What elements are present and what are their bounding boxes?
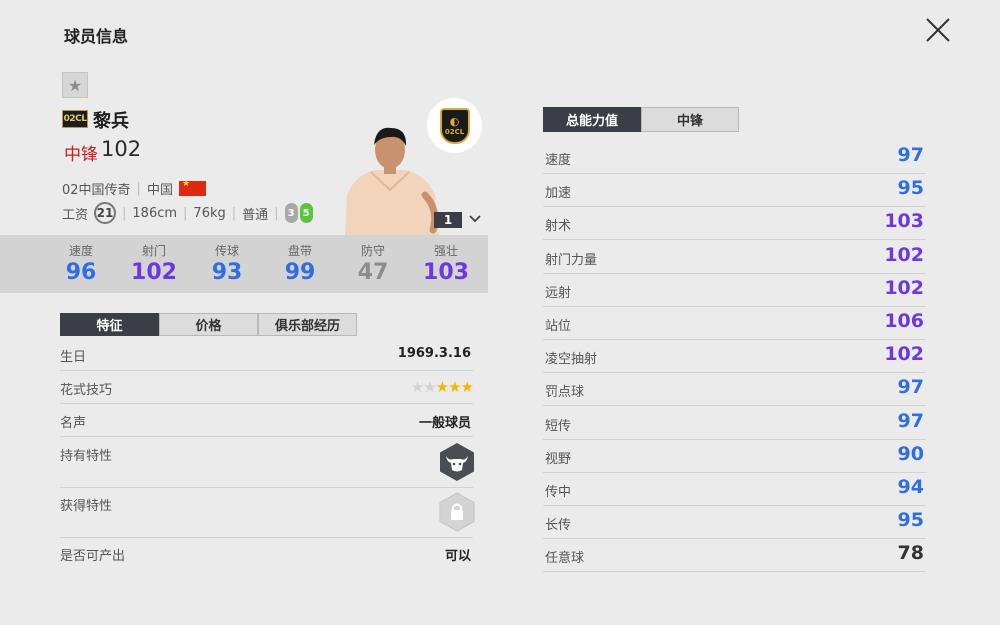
weight: 76kg [193, 205, 226, 221]
attribute-name: 传中 [545, 485, 572, 500]
stat-dribbling: 盘带 99 [284, 244, 316, 285]
attribute-row: 长传 95 [543, 506, 926, 540]
page-title: 球员信息 [64, 27, 129, 46]
china-flag-icon [178, 179, 206, 196]
attribute-row: 站位 106 [543, 307, 926, 340]
attribute-name: 视野 [545, 451, 572, 467]
chevron-down-icon[interactable] [467, 211, 483, 227]
attribute-row: 射门力量 102 [543, 241, 926, 274]
attribute-value: 97 [897, 409, 924, 432]
attribute-row: 传中 94 [543, 473, 926, 506]
star-icon: ★ [67, 75, 83, 95]
attribute-value: 95 [897, 509, 924, 532]
attribute-value: 97 [897, 144, 924, 166]
producible-value: 可以 [444, 549, 471, 564]
attribute-name: 站位 [545, 319, 572, 334]
info-row-skill-moves: 花式技巧 ★★★★★ [60, 378, 474, 404]
info-row-acquired-traits: 获得特性 [60, 495, 473, 538]
season-badge: 02CL [62, 110, 88, 128]
stat-shooting: 射门 102 [131, 244, 177, 285]
salary-label: 工资 [62, 207, 89, 223]
attribute-name: 速度 [545, 153, 572, 168]
tab-position-attributes[interactable]: 中锋 [641, 107, 739, 132]
attribute-name: 凌空抽射 [545, 352, 598, 368]
fame-value: 一般球员 [418, 416, 471, 431]
tab-club-history[interactable]: 俱乐部经历 [258, 313, 357, 336]
attribute-name: 远射 [545, 285, 572, 301]
attribute-name: 射术 [545, 219, 572, 235]
attribute-name: 罚点球 [545, 385, 585, 401]
attribute-row: 速度 97 [543, 141, 926, 174]
attribute-row: 射术 103 [543, 207, 926, 241]
player-photo [345, 127, 439, 235]
attribute-row: 加速 95 [543, 174, 926, 208]
stat-physical: 强壮 103 [423, 244, 469, 285]
attribute-value: 90 [897, 442, 924, 465]
attribute-value: 94 [897, 476, 924, 498]
star-empty-icon: ★ [423, 378, 436, 396]
body-type: 普通 [242, 207, 269, 223]
attribute-row: 短传 97 [543, 407, 926, 440]
attribute-value: 95 [897, 177, 924, 200]
star-filled-icon: ★ [448, 378, 461, 396]
player-position: 中锋 [64, 145, 98, 165]
skill-stars: ★★★★★ [410, 378, 474, 396]
info-tabs: 特征 价格 俱乐部经历 [60, 313, 357, 336]
attribute-value: 103 [884, 210, 924, 233]
attribute-row: 远射 102 [543, 274, 926, 307]
info-row-traits: 持有特性 [60, 445, 473, 488]
favorite-star-button[interactable]: ★ [62, 72, 88, 98]
salary-value: 21 [94, 202, 117, 224]
attribute-value: 102 [884, 343, 924, 366]
attribute-name: 长传 [545, 518, 572, 534]
lock-icon[interactable] [439, 492, 475, 532]
star-filled-icon: ★ [435, 378, 449, 396]
attribute-tabs: 总能力值 中锋 [543, 107, 739, 132]
attribute-value: 106 [884, 310, 924, 332]
nation-name: 中国 [146, 183, 173, 198]
attribute-value: 78 [897, 542, 924, 565]
tab-total-attributes[interactable]: 总能力值 [543, 107, 641, 132]
stat-passing: 传球 93 [211, 244, 243, 285]
level-selector[interactable]: 1 [434, 212, 462, 228]
attribute-row: 罚点球 97 [543, 373, 926, 407]
star-filled-icon: ★ [460, 378, 474, 396]
height: 186cm [132, 205, 178, 221]
season-name: 02中国传奇 [62, 183, 131, 198]
stat-defending: 防守 47 [357, 244, 389, 285]
player-origin: 02中国传奇 | 中国 [62, 179, 206, 198]
tab-traits[interactable]: 特征 [60, 313, 159, 336]
close-icon[interactable] [920, 14, 954, 48]
stat-pace: 速度 96 [65, 244, 97, 285]
player-physical: 工资 21 | 186cm | 76kg | 普通 | 3 5 [62, 202, 313, 224]
player-ovr: 102 [101, 137, 142, 161]
attribute-row: 视野 90 [543, 440, 926, 473]
weak-foot-badge: 3 [284, 203, 298, 223]
birthday-value: 1969.3.16 [397, 346, 471, 361]
strong-foot-badge: 5 [299, 203, 313, 223]
summary-stats-bar: 速度 96 射门 102 传球 93 盘带 99 防守 47 强壮 103 [0, 235, 488, 293]
info-row-fame: 名声 一般球员 [60, 412, 473, 437]
attribute-row: 凌空抽射 102 [543, 340, 926, 374]
attribute-name: 任意球 [545, 551, 585, 567]
attribute-name: 射门力量 [545, 252, 598, 268]
attribute-value: 102 [884, 243, 924, 266]
attribute-row: 任意球 78 [543, 539, 926, 573]
attribute-name: 加速 [545, 186, 572, 202]
player-name: 黎兵 [93, 111, 129, 132]
buffalo-icon[interactable] [439, 442, 475, 482]
tab-price[interactable]: 价格 [159, 313, 258, 336]
attribute-value: 97 [897, 376, 924, 399]
info-row-producible: 是否可产出 可以 [60, 545, 473, 570]
info-row-birthday: 生日 1969.3.16 [60, 346, 473, 371]
star-empty-icon: ★ [410, 378, 424, 396]
attribute-value: 102 [884, 276, 924, 299]
attribute-name: 短传 [545, 418, 572, 434]
